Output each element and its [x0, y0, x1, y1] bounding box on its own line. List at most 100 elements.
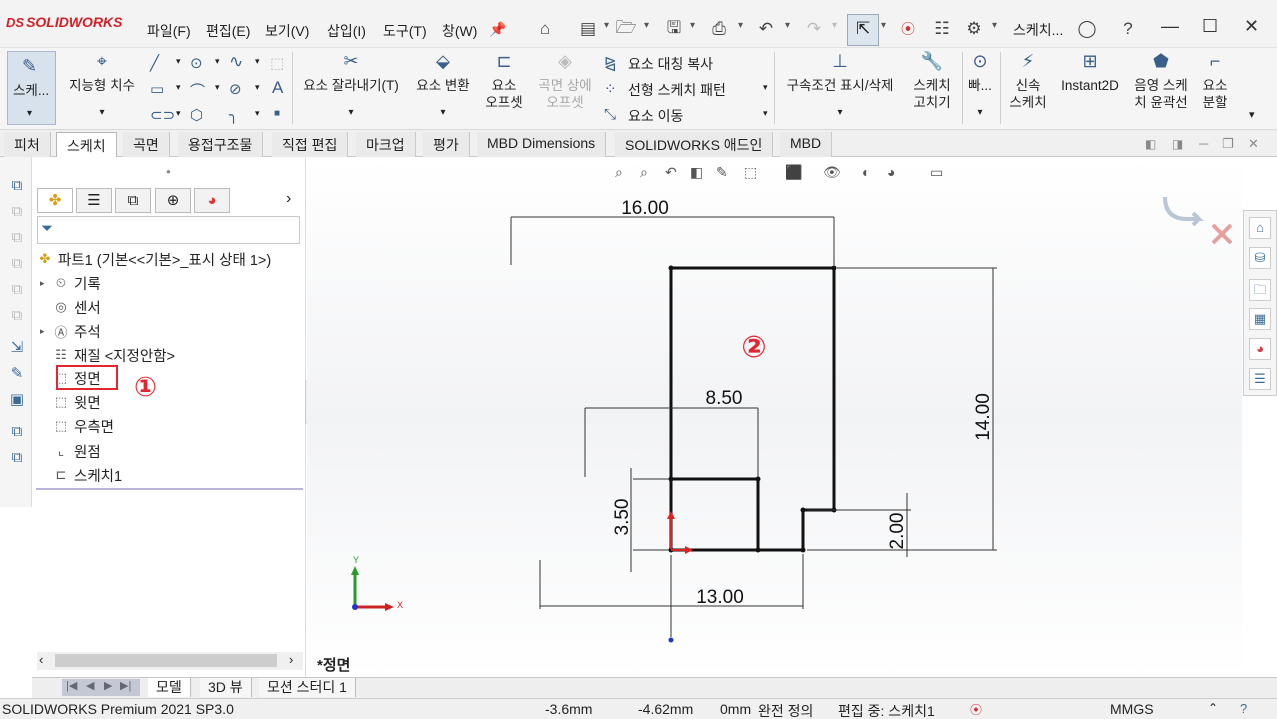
tree-item-right-plane[interactable]: ⬚ 우측면 [40, 415, 114, 437]
linear-pattern-label[interactable]: 선형 스케치 패턴 [628, 80, 726, 100]
menu-window[interactable]: 창(W) [442, 21, 477, 41]
pin-icon[interactable]: 📌 [486, 18, 510, 40]
menu-insert[interactable]: 삽입(I) [327, 21, 366, 41]
maximize-icon[interactable]: ☐ [1202, 16, 1218, 37]
tree-item-material[interactable]: ☷ 재질 <지정안함> [40, 344, 175, 366]
polygon-icon[interactable]: ⬡ [190, 106, 203, 124]
chevron-down-icon[interactable]: ▾ [763, 82, 768, 93]
units-selector[interactable]: MMGS [1110, 701, 1154, 717]
dim-8-50[interactable]: 8.50 [706, 388, 743, 409]
undo-icon[interactable]: ↶ [754, 18, 778, 40]
mirror-icon[interactable]: ⧎ [604, 54, 617, 72]
circle-icon[interactable]: ⊙ [190, 54, 203, 72]
spline-icon[interactable]: ∿ [229, 52, 243, 72]
loft-icon[interactable]: ⧉ [8, 255, 26, 273]
dim-13[interactable]: 13.00 [696, 587, 744, 608]
chevron-down-icon[interactable]: ▾ [690, 20, 695, 31]
hole-icon[interactable]: ⧉ [8, 307, 26, 325]
configuration-manager-tab-icon[interactable]: ⧉ [115, 188, 151, 213]
chevron-down-icon[interactable]: ▾ [215, 82, 220, 93]
tree-root-part[interactable]: ✤ 파트1 (기본<<기본>_표시 상태 1>) [36, 248, 272, 270]
quick-snaps-button[interactable]: ⊙ 빠... ▾ [965, 52, 995, 121]
shaded-sketch-contours-button[interactable]: ⬟ 음영 스케 치 윤곽선 [1128, 52, 1194, 111]
rebuild-status-icon[interactable]: ⦿ [970, 701, 982, 718]
extrude-icon[interactable]: ⧉ [8, 177, 26, 195]
point-icon[interactable]: ■ [274, 108, 280, 119]
file-explorer-icon[interactable]: 🗀 [1249, 279, 1271, 301]
tree-item-origin[interactable]: ⌞ 원점 [40, 440, 101, 462]
tree-item-sketch1[interactable]: ⊏ 스케치1 [40, 464, 123, 486]
chevron-down-icon[interactable]: ▾ [785, 20, 790, 31]
feature-manager-tab-icon[interactable]: ✤ [37, 188, 73, 213]
tab-surfaces[interactable]: 곡면 [123, 132, 170, 157]
file-properties-icon[interactable]: ☷ [930, 18, 954, 40]
last-tab-icon[interactable]: ▶| [120, 679, 131, 692]
chevron-down-icon[interactable]: ▾ [215, 56, 220, 67]
help-status-icon[interactable]: ? [1240, 701, 1247, 716]
help-icon[interactable]: ? [1116, 18, 1140, 40]
tree-item-sensors[interactable]: ◎ 센서 [40, 296, 100, 318]
panel-grip-icon[interactable]: ● [166, 167, 171, 176]
scroll-right-icon[interactable]: › [289, 652, 293, 667]
expand-arrow-icon[interactable]: ▸ [40, 278, 52, 289]
chevron-down-icon[interactable]: ▾ [604, 20, 609, 31]
tile-left-icon[interactable]: ◧ [1145, 137, 1156, 151]
new-document-icon[interactable]: ▤ [576, 18, 600, 40]
horizontal-scrollbar[interactable]: ‹ › [37, 652, 303, 670]
close-icon[interactable]: ✕ [1244, 16, 1259, 37]
chevron-down-icon[interactable]: ▾ [763, 108, 768, 119]
tab-model[interactable]: 모델 [148, 678, 191, 697]
offset-entities-button[interactable]: ⊏ 요소 오프셋 [480, 52, 528, 111]
move-entities-label[interactable]: 요소 이동 [628, 106, 683, 126]
dim-2[interactable]: 2.00 [887, 513, 908, 550]
line-icon[interactable]: ╱ [150, 54, 159, 72]
design-library-icon[interactable]: ⛁ [1249, 247, 1271, 269]
sketch-button[interactable]: ✎ 스케... ▾ [7, 51, 56, 125]
rapid-sketch-button[interactable]: ⚡ 신속 스케치 [1004, 52, 1052, 111]
tile-right-icon[interactable]: ◨ [1172, 137, 1183, 151]
tree-item-annotations[interactable]: ▸ Ⓐ 주석 [40, 320, 101, 342]
boundary-icon[interactable]: ⧉ [8, 281, 26, 299]
minimize-icon[interactable]: — [1161, 16, 1179, 37]
tools-icon[interactable]: ✎ [8, 365, 26, 383]
sketch-profile[interactable] [669, 266, 836, 552]
restore-doc-icon[interactable]: ❐ [1222, 136, 1234, 152]
rectangle-icon[interactable]: ▭ [150, 80, 164, 98]
chevron-down-icon[interactable]: ▾ [255, 108, 260, 119]
chevron-down-icon[interactable]: ▾ [176, 82, 181, 93]
tab-direct-editing[interactable]: 직접 편집 [272, 132, 349, 157]
chevron-up-icon[interactable]: ⌃ [1208, 701, 1218, 715]
tree-item-top-plane[interactable]: ⬚ 윗면 [40, 391, 101, 413]
next-tab-icon[interactable]: ▶ [104, 679, 112, 692]
menu-file[interactable]: 파일(F) [147, 21, 191, 41]
tree-filter-input[interactable]: ⏷ [37, 216, 300, 244]
appearances-icon[interactable]: ◕ [1249, 338, 1271, 360]
tab-motion-study[interactable]: 모션 스터디 1 [259, 678, 356, 697]
open-folder-icon[interactable]: 🗁 [614, 18, 638, 40]
chevron-down-icon[interactable]: ▾ [644, 20, 649, 31]
tab-evaluate[interactable]: 평가 [423, 132, 470, 157]
tab-3d-view[interactable]: 3D 뷰 [200, 678, 252, 697]
chevron-down-icon[interactable]: ▾ [255, 56, 260, 67]
trim-entities-button[interactable]: ✂ 요소 잘라내기(T) ▾ [298, 52, 404, 121]
tree-item-history[interactable]: ▸ ⏲ 기록 [40, 272, 101, 294]
home-icon[interactable]: ⌂ [1249, 217, 1271, 239]
scroll-left-icon[interactable]: ‹ [39, 652, 43, 667]
linear-pattern-icon[interactable]: ⁘ [604, 80, 617, 98]
print-icon[interactable]: ⎙ [707, 18, 731, 40]
dim-14[interactable]: 14.00 [973, 393, 994, 441]
tab-mbd-dimensions[interactable]: MBD Dimensions [477, 132, 607, 157]
chevron-down-icon[interactable]: ▾ [176, 108, 181, 119]
slot-icon[interactable]: ⊂⊃ [150, 106, 175, 124]
redo-icon[interactable]: ↷ [802, 18, 826, 40]
paste-icon[interactable]: ⧉ [8, 449, 26, 467]
select-tool-button[interactable]: ⇱ [847, 14, 879, 46]
split-entities-button[interactable]: ⌐ 요소 분할 [1196, 52, 1234, 111]
sketch-select-icon[interactable]: ⇲ [8, 339, 26, 357]
exit-sketch-icon[interactable] [1163, 196, 1204, 227]
menu-view[interactable]: 보기(V) [265, 21, 309, 41]
mirror-entities-label[interactable]: 요소 대칭 복사 [628, 54, 713, 74]
menu-tools[interactable]: 도구(T) [383, 21, 427, 41]
dim-16[interactable]: 16.00 [621, 198, 669, 219]
display-manager-tab-icon[interactable]: ◕ [194, 188, 230, 213]
